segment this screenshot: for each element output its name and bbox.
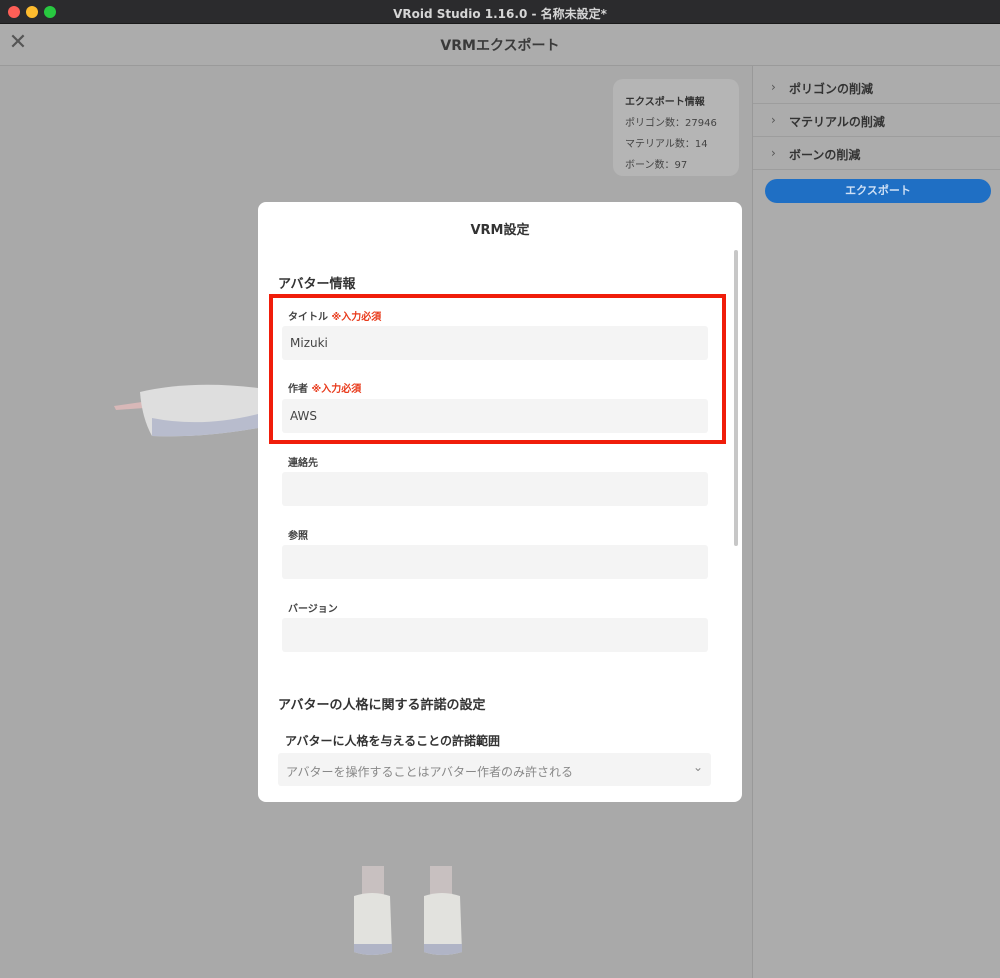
page-title: VRMエクスポート	[440, 38, 560, 54]
chevron-right-icon: ›	[771, 80, 776, 94]
chevron-down-icon: ⌄	[692, 760, 703, 774]
export-settings-panel: › ポリゴンの削減 › マテリアルの削減 › ボーンの削減 エクスポート	[752, 66, 1000, 978]
window-titlebar: VRoid Studio 1.16.0 - 名称未設定*	[0, 0, 1000, 24]
dialog-scrollbar[interactable]	[734, 250, 738, 546]
material-count: マテリアル数：14	[625, 139, 708, 150]
contact-field-label: 連絡先	[288, 458, 318, 469]
contact-input[interactable]	[282, 472, 708, 506]
permission-select[interactable]: アバターを操作することはアバター作者のみ許される ⌄	[278, 753, 711, 786]
accordion-label: ボーンの削減	[789, 148, 861, 162]
avatar-legs	[354, 866, 462, 955]
accordion-material-reduction[interactable]: › マテリアルの削減	[753, 104, 1000, 137]
accordion-bone-reduction[interactable]: › ボーンの削減	[753, 137, 1000, 170]
dialog-title: VRM設定	[470, 223, 530, 238]
reference-input[interactable]	[282, 545, 708, 579]
version-input[interactable]	[282, 618, 708, 652]
accordion-polygon-reduction[interactable]: › ポリゴンの削減	[753, 71, 1000, 104]
window-title: VRoid Studio 1.16.0 - 名称未設定*	[393, 7, 607, 21]
export-info-title: エクスポート情報	[625, 97, 705, 108]
accordion-label: マテリアルの削減	[789, 115, 885, 129]
export-button[interactable]: エクスポート	[765, 179, 991, 203]
chevron-right-icon: ›	[771, 113, 776, 127]
avatar-arm	[114, 384, 258, 437]
app-header: ✕ VRMエクスポート	[0, 24, 1000, 66]
permission-label: アバターに人格を与えることの許諾範囲	[285, 734, 501, 748]
reference-field-label: 参照	[288, 531, 308, 542]
export-info-card: エクスポート情報 ポリゴン数：27946 マテリアル数：14 ボーン数：97	[613, 79, 739, 176]
personality-heading: アバターの人格に関する許諾の設定	[278, 698, 486, 713]
polygon-count: ポリゴン数：27946	[625, 118, 717, 129]
vrm-settings-dialog: VRM設定 アバター情報 タイトル ※入力必須 作者 ※入力必須 連絡先 参照 …	[258, 202, 742, 802]
permission-selected-value: アバターを操作することはアバター作者のみ許される	[286, 765, 574, 779]
bone-count: ボーン数：97	[625, 160, 688, 171]
avatar-info-heading: アバター情報	[278, 277, 356, 292]
highlight-box	[269, 294, 726, 444]
chevron-right-icon: ›	[771, 146, 776, 160]
accordion-label: ポリゴンの削減	[789, 82, 874, 96]
version-field-label: バージョン	[288, 604, 338, 615]
